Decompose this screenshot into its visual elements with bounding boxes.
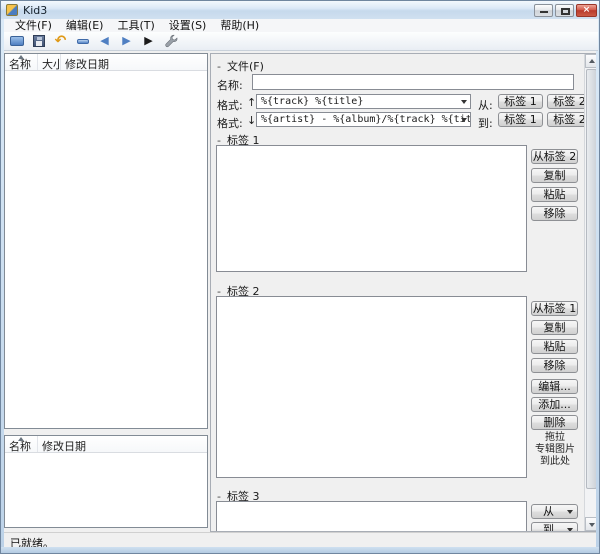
open-folder-icon — [9, 36, 24, 46]
maximize-button[interactable] — [555, 4, 574, 17]
window-frame-bottom — [1, 547, 599, 553]
kid3-app-icon — [6, 4, 18, 16]
file-list-header: 名称 大小 修改日期 — [5, 54, 207, 71]
next-file-icon: ▶ — [122, 34, 131, 47]
menu-help[interactable]: 帮助(H) — [213, 19, 266, 32]
revert-icon: ↶ — [54, 33, 67, 49]
open-button[interactable] — [8, 33, 25, 50]
frame-add-button[interactable]: 添加... — [531, 397, 578, 412]
toolbar: ↶ ◀ ▶ ▶ — [4, 32, 598, 51]
settings-button[interactable] — [162, 33, 179, 50]
window-title: Kid3 — [23, 3, 48, 17]
format-from-tag-combo[interactable]: %{track} %{title} — [256, 94, 471, 109]
format-from-tag-value: %{track} %{title} — [261, 96, 364, 107]
tag2-remove-button[interactable]: 移除 — [531, 358, 578, 373]
file-section-title: 文件(F) — [227, 60, 264, 73]
column-header-modified[interactable]: 修改日期 — [38, 436, 207, 452]
menu-tools[interactable]: 工具(T) — [110, 19, 161, 32]
sort-ascending-icon — [18, 437, 24, 441]
chevron-down-icon — [567, 510, 573, 514]
drop-hint-line: 拖拉 — [545, 432, 565, 443]
folder-list-header: 名称 修改日期 — [5, 436, 207, 453]
chevron-down-icon — [461, 100, 467, 104]
tag2-paste-button[interactable]: 粘贴 — [531, 339, 578, 354]
maximize-icon — [561, 8, 570, 15]
tag3-fields-area[interactable] — [216, 501, 527, 531]
tag1-fields-area[interactable] — [216, 145, 527, 272]
menu-file[interactable]: 文件(F) — [8, 19, 59, 32]
previous-file-button[interactable]: ◀ — [96, 33, 113, 50]
tag-editor-panel: - 文件(F) 名称: 格式: ↑ %{track} %{title} 从: 标签… — [210, 53, 598, 532]
column-header-size[interactable]: 大小 — [38, 54, 61, 70]
window-frame-left — [1, 1, 4, 553]
folder-list: 名称 修改日期 — [4, 435, 208, 528]
folder-list-body[interactable] — [5, 453, 207, 527]
to-label: 到: — [478, 117, 493, 130]
select-all-icon — [76, 38, 89, 44]
tag3-from-button[interactable]: 从 — [531, 504, 578, 519]
frame-delete-button[interactable]: 删除 — [531, 415, 578, 430]
triangle-up-icon — [589, 59, 595, 63]
tag1-from-filename-button[interactable]: 标签 1 — [498, 112, 543, 127]
floppy-save-icon — [32, 35, 45, 47]
tag1-from-tag2-button[interactable]: 从标签 2 — [531, 149, 578, 164]
collapse-icon: - — [217, 60, 221, 73]
previous-file-icon: ◀ — [100, 34, 109, 47]
titlebar[interactable]: Kid3 × — [1, 1, 599, 19]
frame-edit-button[interactable]: 编辑... — [531, 379, 578, 394]
play-icon: ▶ — [144, 34, 153, 47]
file-list-body[interactable] — [5, 71, 207, 428]
minimize-button[interactable] — [534, 4, 553, 17]
sort-ascending-icon — [18, 55, 24, 59]
wrench-icon — [164, 34, 177, 48]
chevron-down-icon — [461, 118, 467, 122]
name-label: 名称: — [217, 79, 243, 92]
tag1-paste-button[interactable]: 粘贴 — [531, 187, 578, 202]
filename-input[interactable] — [252, 74, 574, 90]
arrow-up-icon: ↑ — [247, 96, 257, 109]
from-label: 从: — [478, 99, 493, 112]
format-to-tag-label: 格式: — [217, 117, 243, 130]
filename-from-tag1-button[interactable]: 标签 1 — [498, 94, 543, 109]
tag2-copy-button[interactable]: 复制 — [531, 320, 578, 335]
window-frame-right — [596, 1, 599, 553]
play-button[interactable]: ▶ — [140, 33, 157, 50]
revert-button[interactable]: ↶ — [52, 33, 69, 50]
tag3-from-label: 从 — [543, 505, 554, 518]
tag1-copy-button[interactable]: 复制 — [531, 168, 578, 183]
tag2-fields-area[interactable] — [216, 296, 527, 478]
next-file-button[interactable]: ▶ — [118, 33, 135, 50]
close-button[interactable]: × — [576, 4, 597, 17]
tag3-to-button[interactable]: 到 — [531, 522, 578, 532]
minimize-icon — [540, 11, 548, 13]
column-header-modified[interactable]: 修改日期 — [61, 54, 207, 70]
drop-hint-line: 专辑图片 — [535, 444, 575, 455]
file-section-header[interactable]: - 文件(F) — [217, 58, 264, 74]
menubar: 文件(F) 编辑(E) 工具(T) 设置(S) 帮助(H) — [4, 19, 598, 32]
file-list: 名称 大小 修改日期 — [4, 53, 208, 429]
format-to-tag-value: %{artist} - %{album}/%{track} %{title} — [261, 114, 471, 125]
close-icon: × — [582, 5, 591, 15]
tag1-remove-button[interactable]: 移除 — [531, 206, 578, 221]
tag2-from-tag1-button[interactable]: 从标签 1 — [531, 301, 578, 316]
menu-settings[interactable]: 设置(S) — [162, 19, 214, 32]
format-to-tag-combo[interactable]: %{artist} - %{album}/%{track} %{title} — [256, 112, 471, 127]
tag3-to-label: 到 — [543, 523, 554, 532]
select-all-button[interactable] — [74, 33, 91, 50]
menu-edit[interactable]: 编辑(E) — [59, 19, 111, 32]
arrow-down-icon: ↓ — [247, 114, 257, 127]
album-art-drop-hint: 拖拉 专辑图片 到此处 — [529, 432, 581, 468]
triangle-down-icon — [589, 523, 595, 527]
drop-hint-line: 到此处 — [540, 456, 570, 467]
save-button[interactable] — [30, 33, 47, 50]
kid3-window: Kid3 × 文件(F) 编辑(E) 工具(T) 设置(S) 帮助(H) ↶ ◀… — [0, 0, 600, 554]
format-from-tag-label: 格式: — [217, 99, 243, 112]
